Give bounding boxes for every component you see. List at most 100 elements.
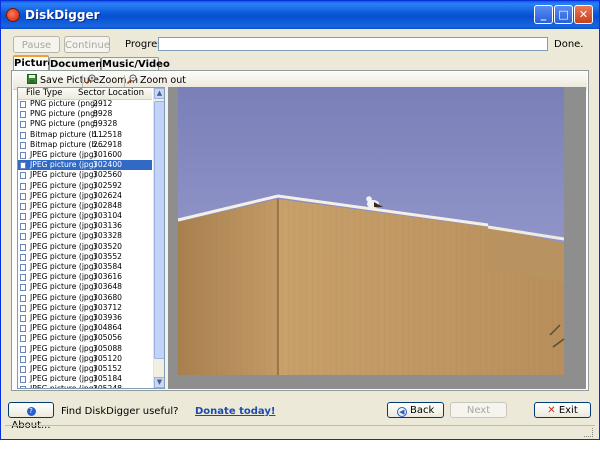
- table-row[interactable]: JPEG picture (jpg) 303616: [18, 272, 152, 282]
- file-icon: [20, 243, 26, 251]
- column-header-file-type[interactable]: File Type: [26, 88, 62, 99]
- file-icon: [20, 345, 26, 353]
- table-row[interactable]: JPEG picture (jpg) 303680: [18, 293, 152, 303]
- progress-bar: [158, 37, 548, 51]
- recovered-files-list[interactable]: File Type Sector Location PNG picture (p…: [17, 87, 165, 389]
- help-icon: ?: [26, 407, 36, 416]
- maximize-button[interactable]: □: [554, 5, 573, 24]
- file-icon: [20, 182, 26, 190]
- zoom-out-button[interactable]: Zoom out: [127, 74, 186, 87]
- pause-button[interactable]: Pause: [13, 36, 60, 53]
- table-row[interactable]: PNG picture (png) 2912: [18, 99, 152, 109]
- column-header-sector-location[interactable]: Sector Location: [78, 88, 144, 99]
- file-type-cell: JPEG picture (jpg): [30, 353, 97, 363]
- scroll-down-button[interactable]: ▼: [154, 377, 164, 388]
- file-icon: [20, 131, 26, 139]
- tab-pictures[interactable]: Pictures: [13, 55, 60, 71]
- table-row[interactable]: JPEG picture (jpg) 304864: [18, 323, 152, 333]
- app-window: DiskDigger _ □ ✕ Pause Continue Progress…: [0, 0, 600, 440]
- file-icon: [20, 314, 26, 322]
- table-row[interactable]: PNG picture (png) 8928: [18, 109, 152, 119]
- exit-button[interactable]: ✕ Exit: [534, 402, 591, 418]
- table-row[interactable]: Bitmap picture (b... 262918: [18, 140, 152, 150]
- about-button[interactable]: ? About...: [8, 402, 54, 431]
- table-row[interactable]: JPEG picture (jpg) 305088: [18, 344, 152, 354]
- sector-location-cell: 305184: [93, 374, 122, 384]
- file-type-cell: PNG picture (png): [30, 99, 98, 108]
- table-row[interactable]: JPEG picture (jpg) 302624: [18, 191, 152, 201]
- exit-icon: ✕: [547, 405, 556, 416]
- table-row[interactable]: JPEG picture (jpg) 301600: [18, 150, 152, 160]
- preview-image: [168, 87, 586, 389]
- file-icon: [20, 202, 26, 210]
- table-row[interactable]: JPEG picture (jpg) 302560: [18, 170, 152, 180]
- table-row[interactable]: JPEG picture (jpg) 302400: [18, 160, 152, 171]
- sector-location-cell: 2912: [93, 99, 113, 108]
- sector-location-cell: 305248: [93, 384, 122, 389]
- table-row[interactable]: JPEG picture (jpg) 302592: [18, 181, 152, 191]
- file-type-cell: JPEG picture (jpg): [30, 312, 97, 322]
- file-icon: [20, 253, 26, 261]
- file-icon: [20, 284, 26, 292]
- tab-music-video[interactable]: Music/Video: [101, 57, 170, 71]
- sector-location-cell: 303552: [93, 251, 122, 261]
- table-row[interactable]: JPEG picture (jpg) 302848: [18, 201, 152, 211]
- table-row[interactable]: JPEG picture (jpg) 305120: [18, 354, 152, 364]
- status-bar: [5, 425, 595, 438]
- file-type-cell: JPEG picture (jpg): [30, 200, 97, 210]
- list-scrollbar[interactable]: ▲ ▼: [153, 88, 164, 388]
- table-row[interactable]: JPEG picture (jpg) 305248: [18, 384, 152, 389]
- file-icon: [20, 355, 26, 363]
- file-type-cell: JPEG picture (jpg): [30, 149, 97, 159]
- scroll-thumb[interactable]: [154, 101, 164, 359]
- tab-documents[interactable]: Documents: [49, 57, 113, 71]
- table-row[interactable]: JPEG picture (jpg) 305056: [18, 333, 152, 343]
- file-icon: [20, 172, 26, 180]
- table-row[interactable]: JPEG picture (jpg) 303712: [18, 303, 152, 313]
- back-button[interactable]: ◀ Back: [387, 402, 444, 418]
- file-icon: [20, 101, 26, 108]
- footer-bar: ? About... Find DiskDigger useful? Donat…: [1, 397, 599, 431]
- next-button[interactable]: Next: [450, 402, 507, 418]
- table-row[interactable]: JPEG picture (jpg) 303328: [18, 231, 152, 241]
- table-row[interactable]: JPEG picture (jpg) 303648: [18, 282, 152, 292]
- picture-preview[interactable]: [168, 87, 586, 389]
- table-row[interactable]: JPEG picture (jpg) 303520: [18, 242, 152, 252]
- sector-location-cell: 304864: [93, 323, 122, 333]
- table-row[interactable]: Bitmap picture (b... 112518: [18, 130, 152, 140]
- table-row[interactable]: JPEG picture (jpg) 303552: [18, 252, 152, 262]
- table-row[interactable]: JPEG picture (jpg) 303136: [18, 221, 152, 231]
- title-bar[interactable]: DiskDigger _ □ ✕: [1, 1, 599, 29]
- file-icon: [20, 141, 26, 149]
- table-row[interactable]: JPEG picture (jpg) 305184: [18, 374, 152, 384]
- sector-location-cell: 303584: [93, 262, 122, 271]
- file-icon: [20, 121, 26, 129]
- file-icon: [20, 325, 26, 333]
- status-done-text: Done.: [554, 39, 584, 50]
- table-row[interactable]: JPEG picture (jpg) 303584: [18, 262, 152, 272]
- file-icon: [20, 111, 26, 119]
- sector-location-cell: 303328: [93, 231, 122, 241]
- table-row[interactable]: PNG picture (png) 59328: [18, 119, 152, 129]
- table-row[interactable]: JPEG picture (jpg) 305152: [18, 364, 152, 374]
- file-icon: [20, 304, 26, 312]
- continue-button[interactable]: Continue: [64, 36, 110, 53]
- table-row[interactable]: JPEG picture (jpg) 303104: [18, 211, 152, 221]
- file-type-cell: JPEG picture (jpg): [30, 211, 97, 221]
- donate-prompt: Find DiskDigger useful?: [61, 406, 179, 417]
- file-type-cell: JPEG picture (jpg): [30, 251, 97, 261]
- table-row[interactable]: JPEG picture (jpg) 303936: [18, 313, 152, 323]
- file-type-cell: JPEG picture (jpg): [30, 272, 97, 282]
- close-button[interactable]: ✕: [574, 5, 593, 24]
- sector-location-cell: 262918: [93, 139, 122, 149]
- scroll-up-button[interactable]: ▲: [154, 88, 164, 99]
- file-icon: [20, 274, 26, 282]
- file-icon: [20, 335, 26, 343]
- file-type-cell: PNG picture (png): [30, 109, 98, 119]
- resize-grip[interactable]: [584, 428, 593, 437]
- minimize-button[interactable]: _: [534, 5, 553, 24]
- exit-label: Exit: [558, 405, 578, 416]
- sector-location-cell: 302624: [93, 190, 122, 200]
- donate-link[interactable]: Donate today!: [195, 406, 275, 417]
- file-icon: [20, 386, 26, 388]
